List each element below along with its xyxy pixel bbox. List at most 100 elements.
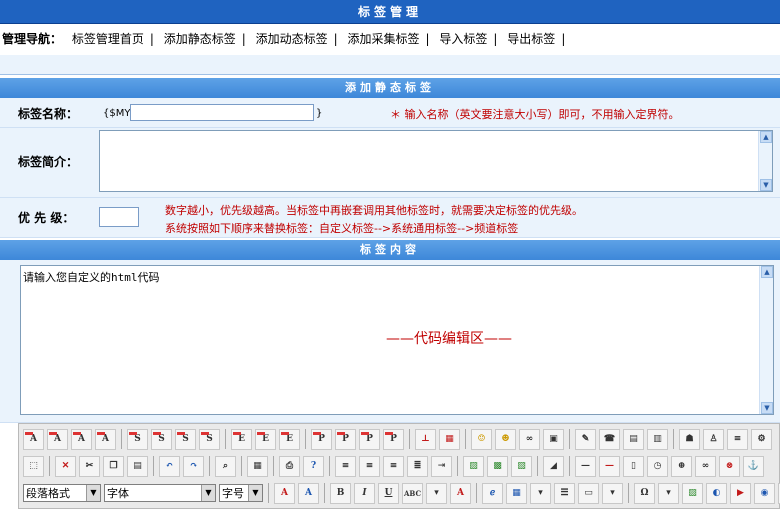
- font-p-style-icon[interactable]: P: [359, 428, 380, 450]
- paragraph-format-select[interactable]: 段落格式 ▼: [23, 484, 101, 502]
- nav-link-add-static[interactable]: 添加静态标签: [164, 32, 236, 46]
- find-icon[interactable]: ⌕: [215, 455, 236, 477]
- font-s-icon[interactable]: S: [127, 428, 148, 450]
- font-family-select[interactable]: 字体 ▼: [104, 484, 216, 502]
- bold-icon[interactable]: B: [330, 482, 351, 504]
- scroll-down-icon[interactable]: ▼: [761, 402, 773, 414]
- section-header-add-static: 添加静态标签: [0, 78, 780, 98]
- insert-media-icon[interactable]: ▣: [543, 428, 564, 450]
- textarea-icon[interactable]: ▭: [578, 482, 599, 504]
- user-icon[interactable]: ♙: [703, 428, 724, 450]
- intro-scrollbar[interactable]: ▲ ▼: [758, 131, 772, 191]
- indent-icon[interactable]: ⇥: [431, 455, 452, 477]
- priority-hint-2: 系统按照如下顺序来替换标签：自定义标签-->系统通用标签-->频道标签: [165, 222, 519, 235]
- insert-link-chain-icon[interactable]: ∞: [519, 428, 540, 450]
- font-p-more-icon[interactable]: P: [383, 428, 404, 450]
- table-icon[interactable]: ▦: [506, 482, 527, 504]
- special-char-icon[interactable]: Ω: [634, 482, 655, 504]
- insert-object-icon[interactable]: ⊥: [415, 428, 436, 450]
- unlink-icon[interactable]: ⊗: [719, 455, 740, 477]
- calculator-icon[interactable]: ▦: [247, 455, 268, 477]
- insert-smile-icon[interactable]: ☺: [471, 428, 492, 450]
- chevron-down-icon: ▼: [86, 485, 100, 501]
- undo-icon[interactable]: ↶: [159, 455, 180, 477]
- delete-icon[interactable]: ✕: [55, 455, 76, 477]
- editor-scrollbar[interactable]: ▲ ▼: [759, 266, 773, 414]
- text-format-icon[interactable]: A: [450, 482, 471, 504]
- link-icon[interactable]: ∞: [695, 455, 716, 477]
- insert-emotion-icon[interactable]: ☻: [495, 428, 516, 450]
- list-box-icon[interactable]: ☰: [554, 482, 575, 504]
- cut-icon[interactable]: ✂: [79, 455, 100, 477]
- font-a-style-icon[interactable]: A: [71, 428, 92, 450]
- edit-pencil-icon[interactable]: ✎: [575, 428, 596, 450]
- users-icon[interactable]: ☗: [679, 428, 700, 450]
- print-icon[interactable]: ⎙: [279, 455, 300, 477]
- copy-icon[interactable]: ❐: [103, 455, 124, 477]
- nav-link-add-dynamic[interactable]: 添加动态标签: [256, 32, 328, 46]
- font-e-bg-icon[interactable]: E: [255, 428, 276, 450]
- insert-picture-icon[interactable]: ▧: [511, 455, 532, 477]
- font-e-icon[interactable]: E: [231, 428, 252, 450]
- font-color-icon[interactable]: A: [274, 482, 295, 504]
- compass-icon[interactable]: ◐: [706, 482, 727, 504]
- underline-icon[interactable]: U: [378, 482, 399, 504]
- nav-divider: [0, 55, 780, 75]
- insert-picture-2-icon[interactable]: ▨: [682, 482, 703, 504]
- quicktime-icon[interactable]: ◉: [754, 482, 775, 504]
- format-dropdown-icon[interactable]: ▾: [426, 482, 447, 504]
- form-dropdown-icon[interactable]: ▾: [602, 482, 623, 504]
- scroll-up-icon[interactable]: ▲: [761, 266, 773, 278]
- font-s-style-icon[interactable]: S: [175, 428, 196, 450]
- insert-table-icon[interactable]: ▤: [623, 428, 644, 450]
- font-p-bg-icon[interactable]: P: [335, 428, 356, 450]
- special-dropdown-icon[interactable]: ▾: [658, 482, 679, 504]
- table-dropdown-icon[interactable]: ▾: [530, 482, 551, 504]
- priority-input[interactable]: [99, 207, 139, 227]
- paste-icon[interactable]: ▤: [127, 455, 148, 477]
- anchor-icon[interactable]: ⚓: [743, 455, 764, 477]
- font-a-more-icon[interactable]: A: [95, 428, 116, 450]
- align-left-icon[interactable]: ≡: [335, 455, 356, 477]
- clock-icon[interactable]: ◷: [647, 455, 668, 477]
- align-center-icon[interactable]: ≡: [359, 455, 380, 477]
- insert-file-icon[interactable]: ▥: [647, 428, 668, 450]
- align-right-icon[interactable]: ≡: [383, 455, 404, 477]
- font-s-more-icon[interactable]: S: [199, 428, 220, 450]
- tag-intro-textarea[interactable]: ▲ ▼: [99, 130, 773, 192]
- code-editor[interactable]: 请输入您自定义的html代码 ——代码编辑区—— ▲ ▼: [20, 265, 774, 415]
- font-p-icon[interactable]: P: [311, 428, 332, 450]
- background-color-icon[interactable]: A: [298, 482, 319, 504]
- horizontal-rule-red-icon[interactable]: —: [599, 455, 620, 477]
- zoom-icon[interactable]: ⊕: [671, 455, 692, 477]
- telephone-icon[interactable]: ☎: [599, 428, 620, 450]
- horizontal-rule-icon[interactable]: —: [575, 455, 596, 477]
- select-all-icon[interactable]: ⬚: [23, 455, 44, 477]
- font-e-style-icon[interactable]: E: [279, 428, 300, 450]
- align-justify-icon[interactable]: ≣: [407, 455, 428, 477]
- eraser-icon[interactable]: ◢: [543, 455, 564, 477]
- tag-name-input[interactable]: [130, 104, 314, 121]
- strikethrough-icon[interactable]: ABC: [402, 482, 423, 504]
- nav-link-add-collect[interactable]: 添加采集标签: [348, 32, 420, 46]
- scroll-up-icon[interactable]: ▲: [760, 131, 772, 143]
- font-s-bg-icon[interactable]: S: [151, 428, 172, 450]
- insert-block-icon[interactable]: ▦: [439, 428, 460, 450]
- font-a-bg-icon[interactable]: A: [47, 428, 68, 450]
- nav-link-export[interactable]: 导出标签: [507, 32, 555, 46]
- font-size-select[interactable]: 字号 ▼: [219, 484, 263, 502]
- nav-link-tag-home[interactable]: 标签管理首页: [72, 32, 144, 46]
- web-icon[interactable]: ℯ: [482, 482, 503, 504]
- nav-link-import[interactable]: 导入标签: [439, 32, 487, 46]
- scroll-down-icon[interactable]: ▼: [760, 179, 772, 191]
- list-icon[interactable]: ≡: [727, 428, 748, 450]
- help-icon[interactable]: ?: [303, 455, 324, 477]
- redo-icon[interactable]: ↷: [183, 455, 204, 477]
- page-break-icon[interactable]: ▯: [623, 455, 644, 477]
- insert-image-icon[interactable]: ▨: [463, 455, 484, 477]
- italic-icon[interactable]: I: [354, 482, 375, 504]
- insert-flash-icon[interactable]: ▩: [487, 455, 508, 477]
- font-a-icon[interactable]: A: [23, 428, 44, 450]
- media-play-icon[interactable]: ▶: [730, 482, 751, 504]
- settings-icon[interactable]: ⚙: [751, 428, 772, 450]
